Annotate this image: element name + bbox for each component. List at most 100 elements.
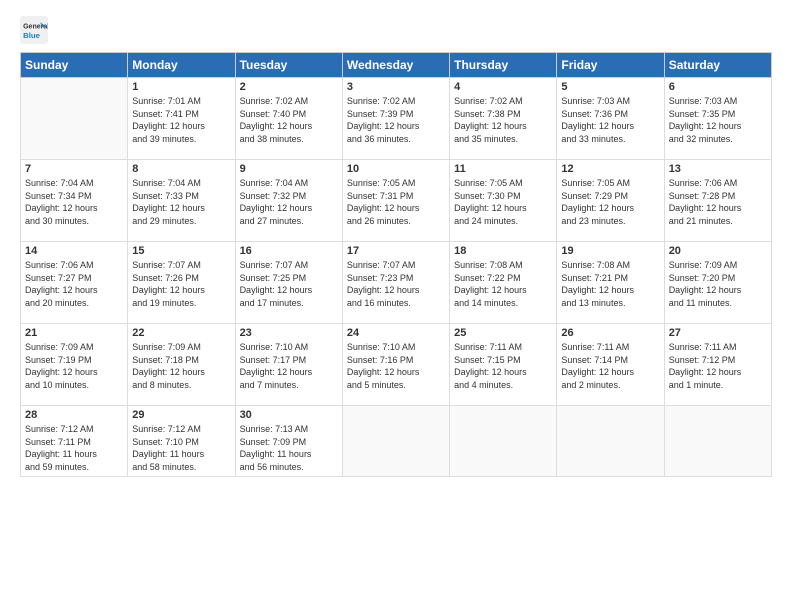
day-info: Sunrise: 7:03 AM Sunset: 7:35 PM Dayligh… [669,95,767,145]
day-info: Sunrise: 7:08 AM Sunset: 7:21 PM Dayligh… [561,259,659,309]
day-info: Sunrise: 7:05 AM Sunset: 7:29 PM Dayligh… [561,177,659,227]
day-number: 23 [240,327,338,339]
day-number: 14 [25,245,123,257]
day-info: Sunrise: 7:11 AM Sunset: 7:12 PM Dayligh… [669,341,767,391]
day-cell: 27 Sunrise: 7:11 AM Sunset: 7:12 PM Dayli… [664,324,771,406]
day-cell: 26Sunrise: 7:11 AM Sunset: 7:14 PM Dayli… [557,324,664,406]
day-cell: 23 Sunrise: 7:10 AM Sunset: 7:17 PM Dayli… [235,324,342,406]
day-cell: 29Sunrise: 7:12 AM Sunset: 7:10 PM Dayli… [128,406,235,477]
day-cell: 7Sunrise: 7:04 AM Sunset: 7:34 PM Daylig… [21,160,128,242]
day-cell: 11 Sunrise: 7:05 AM Sunset: 7:30 PM Dayli… [450,160,557,242]
day-cell: 21 Sunrise: 7:09 AM Sunset: 7:19 PM Dayli… [21,324,128,406]
day-cell: 4 Sunrise: 7:02 AM Sunset: 7:38 PM Daylig… [450,78,557,160]
day-number: 1 [132,81,230,93]
day-number: 21 [25,327,123,339]
calendar-body: 1 Sunrise: 7:01 AM Sunset: 7:41 PM Daylig… [21,78,772,477]
day-info: Sunrise: 7:10 AM Sunset: 7:17 PM Dayligh… [240,341,338,391]
week-row-1: 7Sunrise: 7:04 AM Sunset: 7:34 PM Daylig… [21,160,772,242]
logo: General Blue [20,16,52,44]
day-cell [450,406,557,477]
day-number: 18 [454,245,552,257]
day-cell: 22Sunrise: 7:09 AM Sunset: 7:18 PM Dayli… [128,324,235,406]
day-info: Sunrise: 7:06 AM Sunset: 7:28 PM Dayligh… [669,177,767,227]
day-number: 4 [454,81,552,93]
day-cell: 2Sunrise: 7:02 AM Sunset: 7:40 PM Daylig… [235,78,342,160]
week-row-3: 21 Sunrise: 7:09 AM Sunset: 7:19 PM Dayli… [21,324,772,406]
day-number: 28 [25,409,123,421]
day-cell [21,78,128,160]
day-info: Sunrise: 7:08 AM Sunset: 7:22 PM Dayligh… [454,259,552,309]
day-info: Sunrise: 7:12 AM Sunset: 7:10 PM Dayligh… [132,423,230,473]
day-cell: 3 Sunrise: 7:02 AM Sunset: 7:39 PM Daylig… [342,78,449,160]
day-number: 17 [347,245,445,257]
header-cell-thursday: Thursday [450,53,557,78]
day-number: 27 [669,327,767,339]
day-cell: 12Sunrise: 7:05 AM Sunset: 7:29 PM Dayli… [557,160,664,242]
logo-icon: General Blue [20,16,48,44]
day-cell: 16Sunrise: 7:07 AM Sunset: 7:25 PM Dayli… [235,242,342,324]
day-number: 15 [132,245,230,257]
header-cell-saturday: Saturday [664,53,771,78]
day-number: 3 [347,81,445,93]
day-number: 10 [347,163,445,175]
day-info: Sunrise: 7:05 AM Sunset: 7:30 PM Dayligh… [454,177,552,227]
day-cell: 17 Sunrise: 7:07 AM Sunset: 7:23 PM Dayli… [342,242,449,324]
day-number: 8 [132,163,230,175]
day-info: Sunrise: 7:03 AM Sunset: 7:36 PM Dayligh… [561,95,659,145]
day-cell: 28 Sunrise: 7:12 AM Sunset: 7:11 PM Dayli… [21,406,128,477]
day-info: Sunrise: 7:09 AM Sunset: 7:18 PM Dayligh… [132,341,230,391]
day-info: Sunrise: 7:04 AM Sunset: 7:33 PM Dayligh… [132,177,230,227]
day-info: Sunrise: 7:01 AM Sunset: 7:41 PM Dayligh… [132,95,230,145]
day-cell: 30 Sunrise: 7:13 AM Sunset: 7:09 PM Dayli… [235,406,342,477]
calendar-table: SundayMondayTuesdayWednesdayThursdayFrid… [20,52,772,477]
day-cell: 9 Sunrise: 7:04 AM Sunset: 7:32 PM Daylig… [235,160,342,242]
day-number: 11 [454,163,552,175]
day-cell: 20 Sunrise: 7:09 AM Sunset: 7:20 PM Dayli… [664,242,771,324]
day-number: 19 [561,245,659,257]
week-row-2: 14Sunrise: 7:06 AM Sunset: 7:27 PM Dayli… [21,242,772,324]
day-number: 6 [669,81,767,93]
day-info: Sunrise: 7:09 AM Sunset: 7:20 PM Dayligh… [669,259,767,309]
header-cell-friday: Friday [557,53,664,78]
day-cell: 24 Sunrise: 7:10 AM Sunset: 7:16 PM Dayli… [342,324,449,406]
day-cell: 6 Sunrise: 7:03 AM Sunset: 7:35 PM Daylig… [664,78,771,160]
day-number: 20 [669,245,767,257]
day-cell [557,406,664,477]
day-info: Sunrise: 7:11 AM Sunset: 7:15 PM Dayligh… [454,341,552,391]
day-cell: 14Sunrise: 7:06 AM Sunset: 7:27 PM Dayli… [21,242,128,324]
day-number: 2 [240,81,338,93]
day-info: Sunrise: 7:07 AM Sunset: 7:23 PM Dayligh… [347,259,445,309]
day-info: Sunrise: 7:12 AM Sunset: 7:11 PM Dayligh… [25,423,123,473]
day-number: 5 [561,81,659,93]
day-cell [342,406,449,477]
day-number: 7 [25,163,123,175]
day-info: Sunrise: 7:02 AM Sunset: 7:38 PM Dayligh… [454,95,552,145]
week-row-0: 1 Sunrise: 7:01 AM Sunset: 7:41 PM Daylig… [21,78,772,160]
header: General Blue [20,16,772,44]
day-info: Sunrise: 7:10 AM Sunset: 7:16 PM Dayligh… [347,341,445,391]
day-cell: 8 Sunrise: 7:04 AM Sunset: 7:33 PM Daylig… [128,160,235,242]
day-info: Sunrise: 7:09 AM Sunset: 7:19 PM Dayligh… [25,341,123,391]
svg-text:Blue: Blue [23,31,41,40]
day-info: Sunrise: 7:13 AM Sunset: 7:09 PM Dayligh… [240,423,338,473]
day-cell [664,406,771,477]
day-cell: 15Sunrise: 7:07 AM Sunset: 7:26 PM Dayli… [128,242,235,324]
calendar-page: General Blue SundayMondayTuesdayWednesda… [0,0,792,612]
header-cell-tuesday: Tuesday [235,53,342,78]
header-cell-monday: Monday [128,53,235,78]
day-cell: 5 Sunrise: 7:03 AM Sunset: 7:36 PM Daylig… [557,78,664,160]
day-number: 13 [669,163,767,175]
day-info: Sunrise: 7:11 AM Sunset: 7:14 PM Dayligh… [561,341,659,391]
day-cell: 18 Sunrise: 7:08 AM Sunset: 7:22 PM Dayli… [450,242,557,324]
day-number: 24 [347,327,445,339]
day-number: 9 [240,163,338,175]
header-cell-wednesday: Wednesday [342,53,449,78]
calendar-header: SundayMondayTuesdayWednesdayThursdayFrid… [21,53,772,78]
day-info: Sunrise: 7:04 AM Sunset: 7:32 PM Dayligh… [240,177,338,227]
day-cell: 19 Sunrise: 7:08 AM Sunset: 7:21 PM Dayli… [557,242,664,324]
day-info: Sunrise: 7:02 AM Sunset: 7:39 PM Dayligh… [347,95,445,145]
day-number: 30 [240,409,338,421]
week-row-4: 28 Sunrise: 7:12 AM Sunset: 7:11 PM Dayli… [21,406,772,477]
day-info: Sunrise: 7:05 AM Sunset: 7:31 PM Dayligh… [347,177,445,227]
day-cell: 10 Sunrise: 7:05 AM Sunset: 7:31 PM Dayli… [342,160,449,242]
